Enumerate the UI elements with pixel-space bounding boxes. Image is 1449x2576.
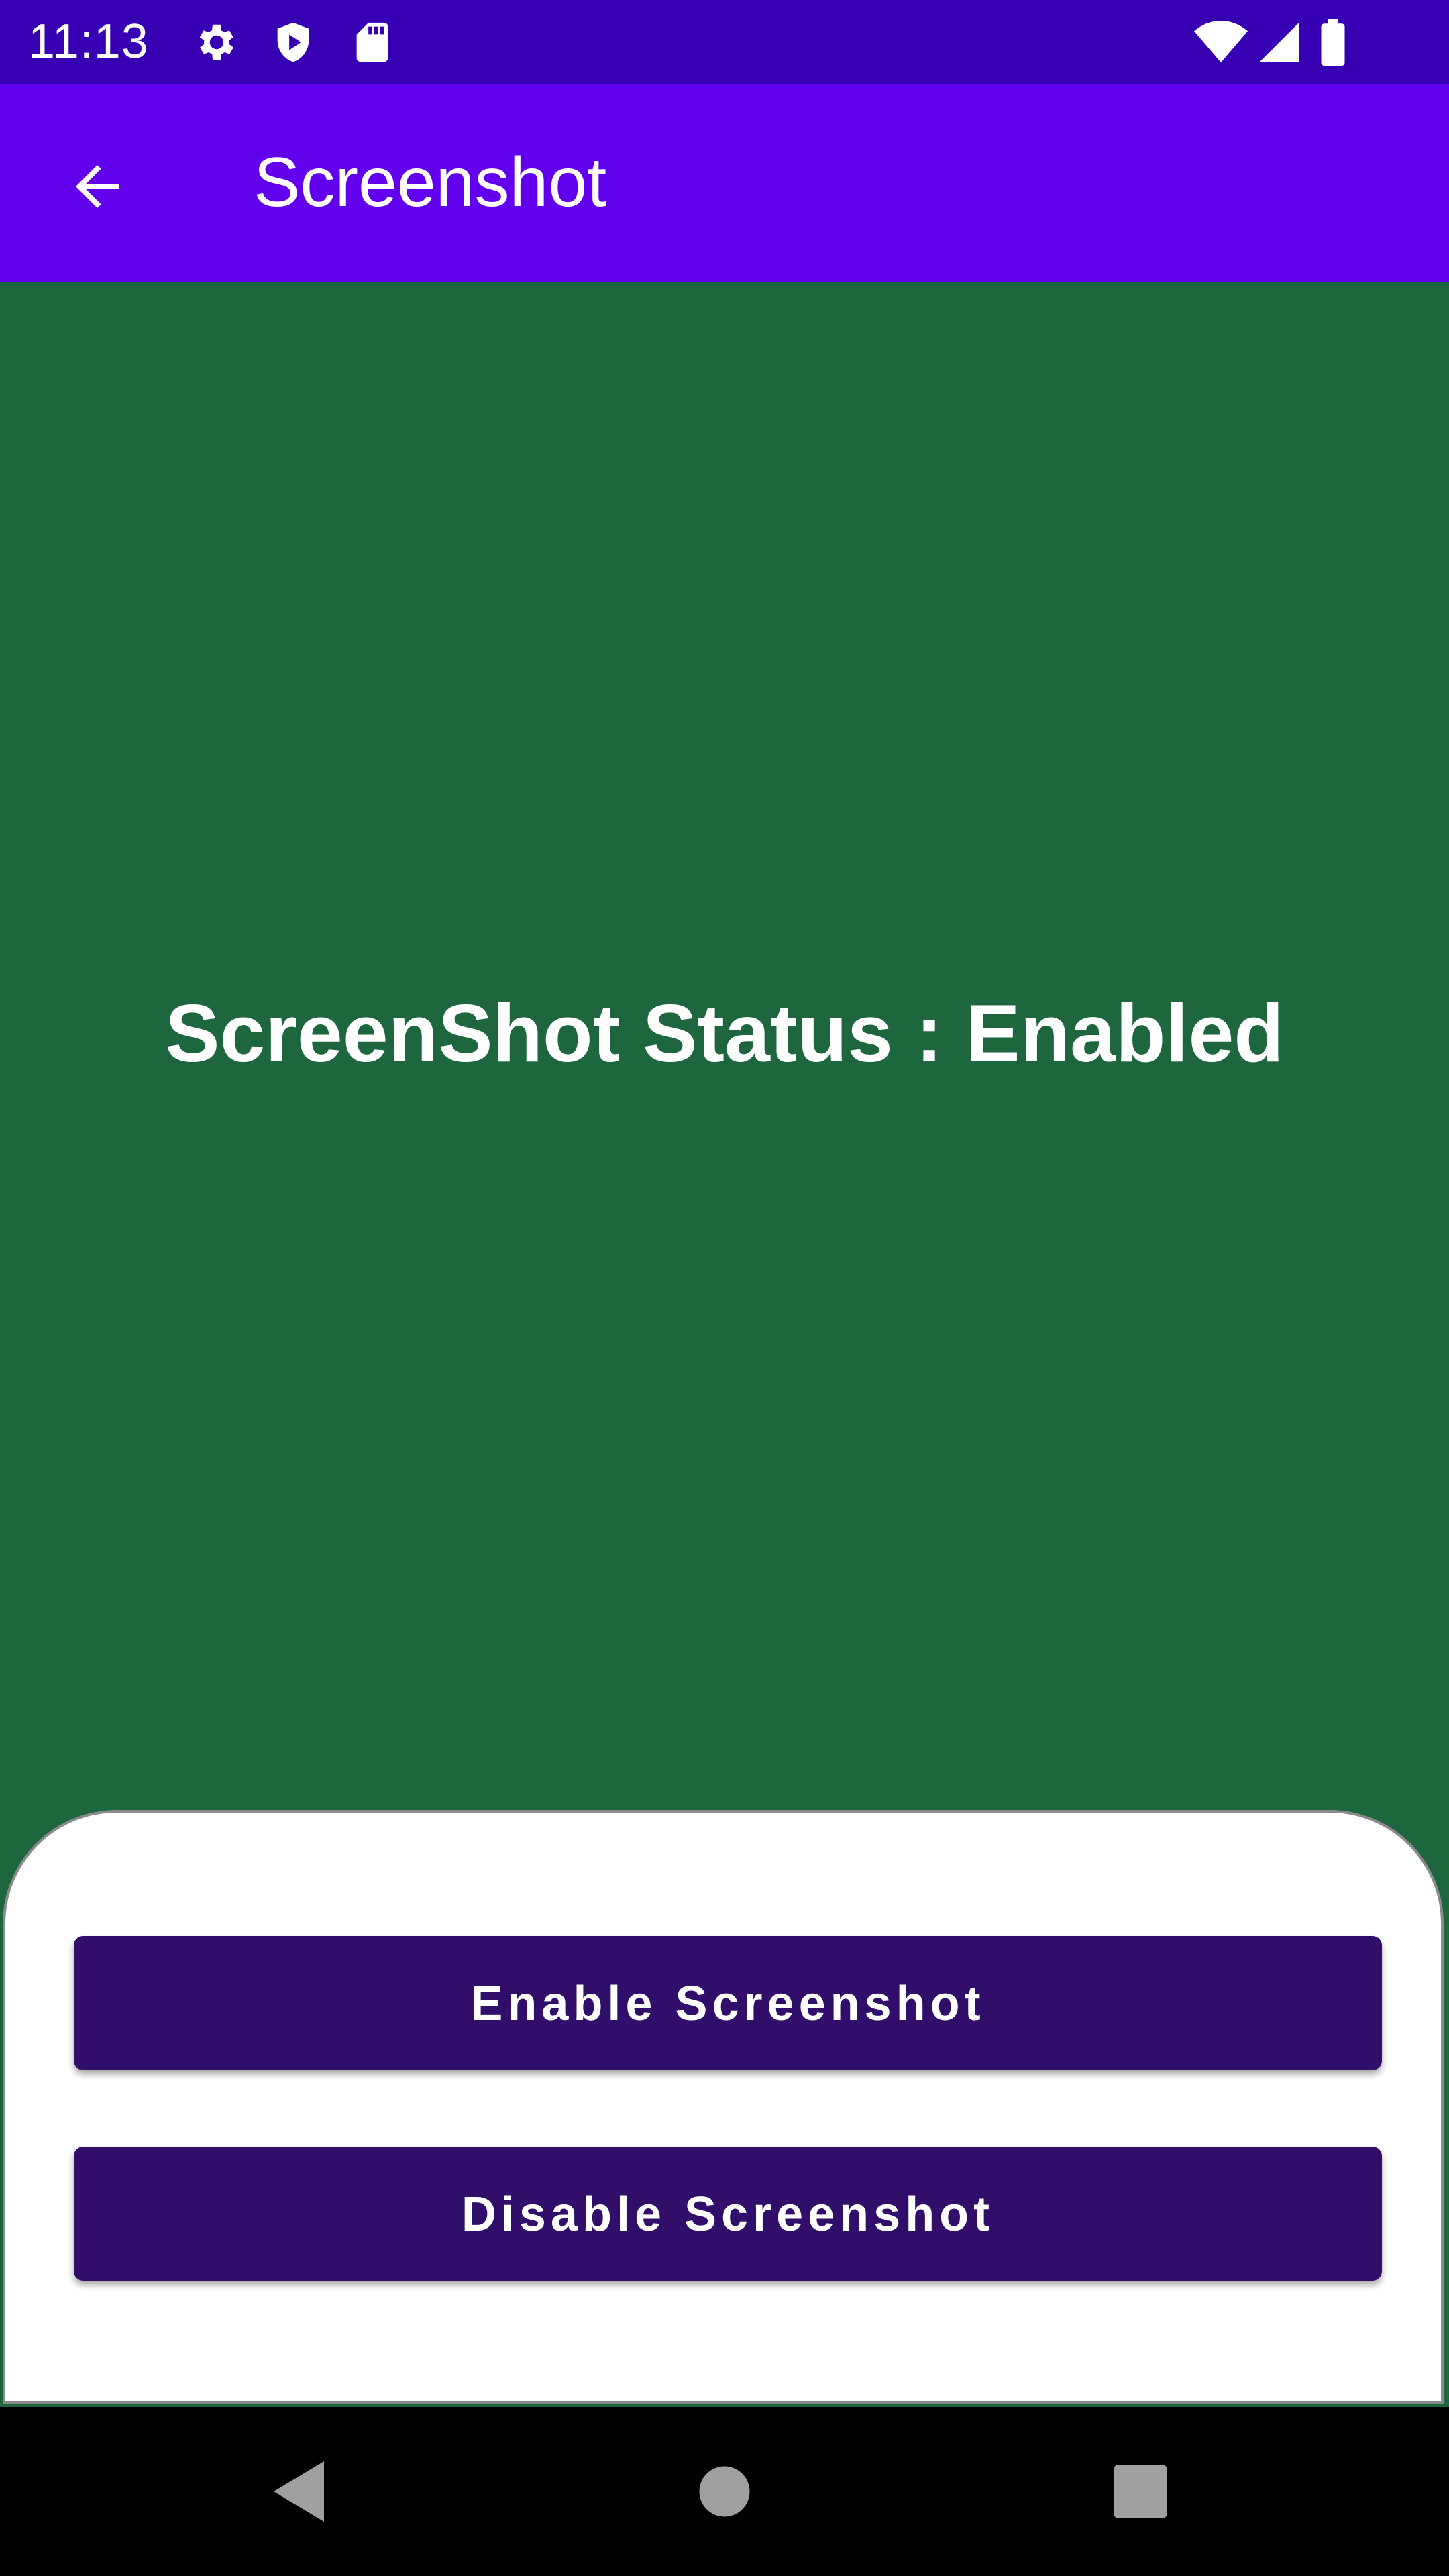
recents-square-icon[interactable]: [1100, 2451, 1181, 2532]
shield-icon: [270, 19, 317, 66]
arrow-back-icon: [65, 154, 129, 222]
settings-icon: [191, 19, 238, 66]
signal-icon: [1256, 19, 1303, 66]
back-button[interactable]: [40, 131, 154, 245]
status-time: 11:13: [28, 15, 149, 68]
home-circle-icon[interactable]: [684, 2451, 765, 2532]
sd-card-icon: [349, 19, 396, 66]
back-triangle-icon[interactable]: [260, 2451, 341, 2532]
app-bar: Screenshot: [0, 84, 1449, 282]
bottom-sheet: Enable Screenshot Disable Screenshot: [3, 1810, 1444, 2404]
page-title: Screenshot: [254, 144, 607, 221]
battery-icon: [1316, 19, 1350, 66]
navigation-bar: [0, 2407, 1449, 2576]
disable-screenshot-button[interactable]: Disable Screenshot: [74, 2147, 1382, 2281]
status-bar: 11:13: [0, 0, 1449, 84]
screenshot-status-text: ScreenShot Status : Enabled: [165, 987, 1284, 1079]
wifi-icon: [1194, 19, 1248, 66]
enable-screenshot-button[interactable]: Enable Screenshot: [74, 1936, 1382, 2070]
